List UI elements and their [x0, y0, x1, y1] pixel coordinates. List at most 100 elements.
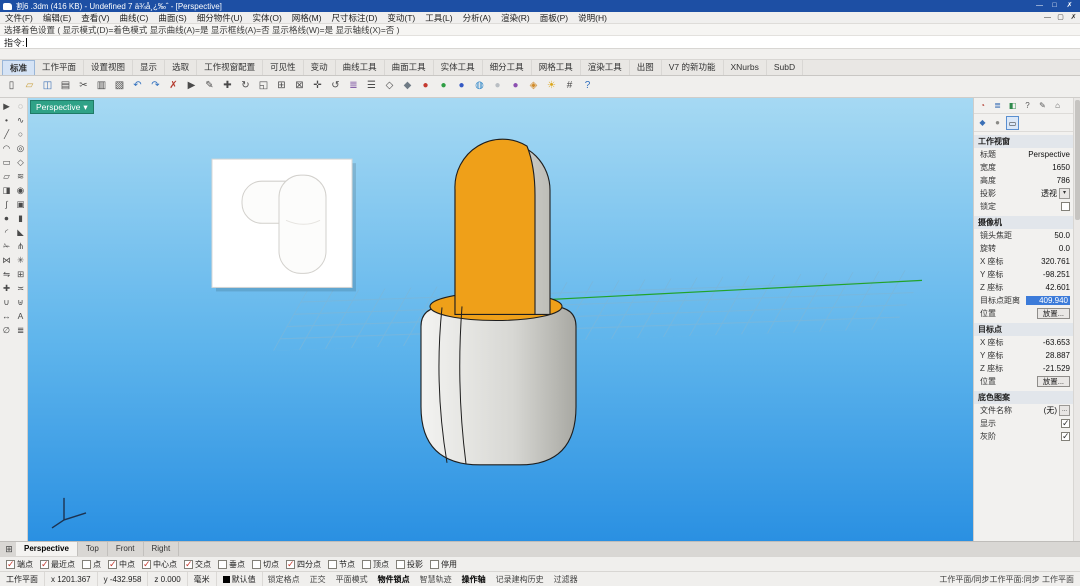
- child-minimize-button[interactable]: —: [1041, 12, 1054, 23]
- array-tool-icon[interactable]: ⊞: [14, 268, 27, 281]
- pointer-tool-icon[interactable]: ▶: [0, 100, 13, 113]
- menu-curve[interactable]: 曲线(C): [115, 12, 154, 24]
- osnap-quadrant[interactable]: 四分点: [286, 559, 321, 570]
- maximize-button[interactable]: □: [1047, 0, 1062, 12]
- toggle-history[interactable]: 记录建构历史: [491, 574, 549, 585]
- viewport-height-value[interactable]: 786: [1026, 176, 1070, 185]
- trim-tool-icon[interactable]: ✁: [0, 240, 13, 253]
- osnap-vertex[interactable]: 顶点: [362, 559, 389, 570]
- menu-mesh[interactable]: 网格(M): [287, 12, 327, 24]
- menu-surface[interactable]: 曲面(S): [153, 12, 191, 24]
- viewport-layout-icon[interactable]: ⊞: [2, 544, 16, 555]
- camera-y-value[interactable]: -98.251: [1026, 270, 1070, 279]
- layers-icon[interactable]: ≣: [345, 78, 362, 95]
- revolve-tool-icon[interactable]: ◉: [14, 184, 27, 197]
- text-tool-icon[interactable]: A: [14, 310, 27, 323]
- box-tool-icon[interactable]: ▣: [14, 198, 27, 211]
- osnap-point[interactable]: 点: [82, 559, 101, 570]
- scale-icon[interactable]: ◱: [255, 78, 272, 95]
- vptab-perspective[interactable]: Perspective: [16, 542, 78, 556]
- explode-tool-icon[interactable]: ✳: [14, 254, 27, 267]
- vptab-front[interactable]: Front: [108, 542, 144, 556]
- properties-tab-icon[interactable]: ◔: [976, 100, 989, 112]
- target-y-value[interactable]: 28.887: [1026, 351, 1070, 360]
- material-icon[interactable]: ◈: [525, 78, 542, 95]
- wallpaper-show-checkbox[interactable]: [1061, 419, 1070, 428]
- rotate-icon[interactable]: ↻: [237, 78, 254, 95]
- command-input[interactable]: 指令:: [0, 36, 1080, 49]
- osnap-knot[interactable]: 节点: [328, 559, 355, 570]
- scrollbar-thumb[interactable]: [1075, 100, 1080, 220]
- rectangle-tool-icon[interactable]: ▭: [0, 156, 13, 169]
- menu-tools[interactable]: 工具(L): [420, 12, 457, 24]
- rotation-value[interactable]: 0.0: [1026, 244, 1070, 253]
- print-icon[interactable]: ▤: [57, 78, 74, 95]
- menu-edit[interactable]: 编辑(E): [38, 12, 76, 24]
- wireframe-display-icon[interactable]: ◇: [381, 78, 398, 95]
- wallpaper-browse-button[interactable]: ...: [1059, 405, 1070, 416]
- ellipse-tool-icon[interactable]: ◎: [14, 142, 27, 155]
- lasso-select-tool-icon[interactable]: ◌: [14, 100, 27, 113]
- camera-place-button[interactable]: 放置...: [1037, 308, 1070, 319]
- tab-transform[interactable]: 变动: [304, 60, 336, 75]
- tab-mesh-tools[interactable]: 网格工具: [532, 60, 581, 75]
- osnap-disable[interactable]: 停用: [430, 559, 457, 570]
- display-tab-icon[interactable]: ◧: [1006, 100, 1019, 112]
- target-x-value[interactable]: -63.653: [1026, 338, 1070, 347]
- object-properties-icon[interactable]: ☰: [363, 78, 380, 95]
- sweep-tool-icon[interactable]: ∫: [0, 198, 13, 211]
- circle-tool-icon[interactable]: ○: [14, 128, 27, 141]
- offset-tool-icon[interactable]: ≍: [14, 282, 27, 295]
- target-z-value[interactable]: -21.529: [1026, 364, 1070, 373]
- extrude-tool-icon[interactable]: ◨: [0, 184, 13, 197]
- grid-settings-icon[interactable]: #: [561, 78, 578, 95]
- osnap-end[interactable]: 端点: [6, 559, 33, 570]
- surface-tool-icon[interactable]: ▱: [0, 170, 13, 183]
- cplane-pane[interactable]: 工作平面: [0, 572, 45, 586]
- child-close-button[interactable]: ✗: [1067, 12, 1080, 23]
- tab-standard[interactable]: 标准: [2, 60, 35, 75]
- tab-select[interactable]: 选取: [165, 60, 197, 75]
- perspective-viewport[interactable]: Perspective ▾: [28, 98, 973, 541]
- vptab-right[interactable]: Right: [144, 542, 180, 556]
- tab-visibility[interactable]: 可见性: [263, 60, 304, 75]
- copy-icon[interactable]: ▥: [93, 78, 110, 95]
- toggle-planar[interactable]: 平面模式: [331, 574, 373, 585]
- camera-z-value[interactable]: 42.601: [1026, 283, 1070, 292]
- render-red-sphere-icon[interactable]: ●: [417, 78, 434, 95]
- select-pointer-icon[interactable]: ▶: [183, 78, 200, 95]
- panel-scrollbar[interactable]: [1073, 98, 1080, 541]
- move-tool-icon[interactable]: ✚: [0, 282, 13, 295]
- menu-analyze[interactable]: 分析(A): [458, 12, 496, 24]
- material-properties-subtab-icon[interactable]: ●: [991, 116, 1004, 130]
- hide-tool-icon[interactable]: ∅: [0, 324, 13, 337]
- fillet-tool-icon[interactable]: ◜: [0, 226, 13, 239]
- arc-tool-icon[interactable]: ◠: [0, 142, 13, 155]
- new-file-icon[interactable]: ▯: [3, 78, 20, 95]
- target-place-button[interactable]: 放置...: [1037, 376, 1070, 387]
- menu-subd[interactable]: 细分物件(U): [192, 12, 248, 24]
- boolean-tool-icon[interactable]: ∪: [0, 296, 13, 309]
- osnap-near[interactable]: 最近点: [40, 559, 75, 570]
- osnap-tangent[interactable]: 切点: [252, 559, 279, 570]
- viewport-title-value[interactable]: Perspective: [1026, 150, 1070, 159]
- polyline-tool-icon[interactable]: ╱: [0, 128, 13, 141]
- object-properties-subtab-icon[interactable]: ◆: [976, 116, 989, 130]
- delete-icon[interactable]: ✗: [165, 78, 182, 95]
- paintbrush-select-icon[interactable]: ✎: [201, 78, 218, 95]
- menu-solid[interactable]: 实体(O): [248, 12, 287, 24]
- wallpaper-grayscale-checkbox[interactable]: [1061, 432, 1070, 441]
- dimension-tool-icon[interactable]: ↔: [0, 310, 13, 323]
- render-green-sphere-icon[interactable]: ●: [435, 78, 452, 95]
- menu-transform[interactable]: 变动(T): [382, 12, 420, 24]
- save-icon[interactable]: ◫: [39, 78, 56, 95]
- close-button[interactable]: ✗: [1062, 0, 1077, 12]
- group-tool-icon[interactable]: ⊎: [14, 296, 27, 309]
- minimize-button[interactable]: —: [1032, 0, 1047, 12]
- tab-solid-tools[interactable]: 实体工具: [434, 60, 483, 75]
- help-icon[interactable]: ?: [579, 78, 596, 95]
- earth-globe-icon[interactable]: ◍: [471, 78, 488, 95]
- open-file-icon[interactable]: ▱: [21, 78, 38, 95]
- tab-display[interactable]: 显示: [133, 60, 165, 75]
- viewport-width-value[interactable]: 1650: [1026, 163, 1070, 172]
